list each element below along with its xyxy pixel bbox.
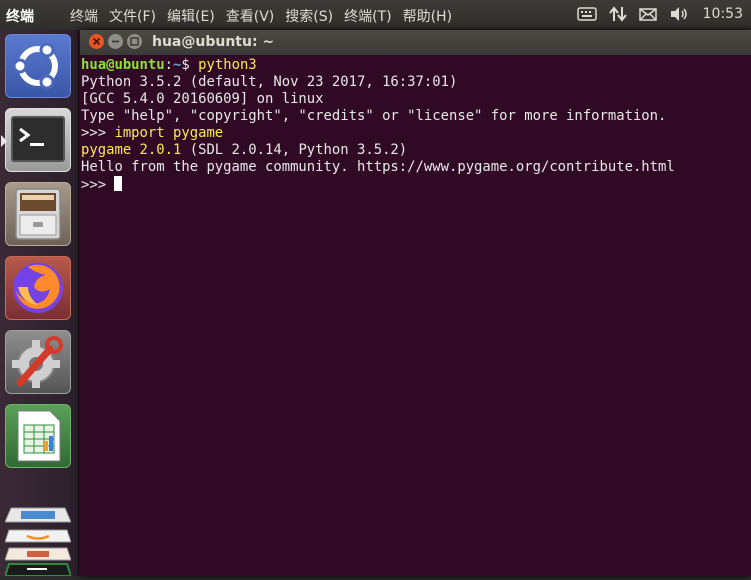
- text-cursor: [114, 176, 123, 191]
- menu-file[interactable]: 文件(F): [109, 6, 156, 26]
- terminal-icon: [11, 116, 65, 162]
- terminal-line: Hello from the pygame community. https:/…: [81, 159, 675, 175]
- spreadsheet-icon: [17, 410, 61, 462]
- mail-icon[interactable]: [638, 7, 657, 21]
- window-titlebar[interactable]: hua@ubuntu: ~: [80, 30, 751, 55]
- menu-help[interactable]: 帮助(H): [403, 6, 452, 26]
- indicator-area: 10:53: [565, 5, 743, 23]
- terminal-line: Python 3.5.2 (default, Nov 23 2017, 16:3…: [81, 74, 458, 90]
- repl-prompt: >>>: [81, 177, 115, 193]
- menu-search[interactable]: 搜索(S): [285, 6, 333, 26]
- stacked-app-icons: [3, 507, 73, 577]
- minimize-button[interactable]: [108, 34, 123, 49]
- volume-icon[interactable]: [669, 6, 689, 22]
- terminal-window[interactable]: hua@ubuntu: ~ hua@ubuntu:~$ python3 Pytho…: [80, 30, 751, 576]
- file-manager-launcher-button[interactable]: [5, 182, 71, 246]
- terminal-line: [GCC 5.4.0 20160609] on linux: [81, 91, 324, 107]
- ubuntu-dash-button[interactable]: [5, 34, 71, 98]
- menu-edit[interactable]: 编辑(E): [167, 6, 215, 26]
- menu-bar: 终端 文件(F) 编辑(E) 查看(V) 搜索(S) 终端(T) 帮助(H): [70, 6, 463, 26]
- menu-view[interactable]: 查看(V): [226, 6, 275, 26]
- file-cabinet-icon: [15, 188, 61, 240]
- terminal-line-repl: >>> import pygame: [81, 125, 749, 142]
- menu-terminal[interactable]: 终端: [70, 6, 98, 26]
- prompt-separator: :: [164, 57, 174, 73]
- launcher: [0, 30, 79, 577]
- close-button[interactable]: [89, 34, 104, 49]
- keyboard-icon[interactable]: [576, 7, 597, 21]
- menu-terminal-t[interactable]: 终端(T): [344, 6, 391, 26]
- window-title: hua@ubuntu: ~: [152, 34, 275, 50]
- prompt-user: hua@ubuntu: [81, 57, 165, 73]
- minimize-icon: [112, 40, 119, 43]
- pygame-version: pygame 2.0.1: [81, 142, 182, 158]
- maximize-icon: [130, 37, 139, 46]
- firefox-icon: [13, 263, 63, 313]
- close-icon: [92, 37, 101, 46]
- firefox-launcher-button[interactable]: [5, 256, 71, 320]
- ubuntu-logo-icon: [12, 42, 58, 90]
- repl-prompt: >>>: [81, 125, 115, 141]
- pygame-details: (SDL 2.0.14, Python 3.5.2): [181, 142, 408, 158]
- prompt-dollar: $: [181, 57, 199, 73]
- libreoffice-calc-launcher-button[interactable]: [5, 404, 71, 468]
- terminal-line-prompt: hua@ubuntu:~$ python3: [81, 57, 749, 74]
- terminal-output[interactable]: hua@ubuntu:~$ python3 Python 3.5.2 (defau…: [81, 57, 749, 575]
- clock[interactable]: 10:53: [703, 6, 743, 22]
- app-name: 终端: [6, 9, 34, 25]
- network-updown-icon[interactable]: [608, 5, 627, 23]
- terminal-line-input[interactable]: >>>: [81, 176, 749, 194]
- top-panel: 终端 终端 文件(F) 编辑(E) 查看(V) 搜索(S) 终端(T) 帮助(H…: [0, 0, 751, 30]
- active-indicator-icon: [1, 135, 7, 147]
- maximize-button[interactable]: [127, 34, 142, 49]
- terminal-launcher-button[interactable]: [1, 108, 71, 172]
- shell-command: python3: [198, 57, 257, 73]
- terminal-line: Type "help", "copyright", "credits" or "…: [81, 108, 667, 124]
- system-settings-launcher-button[interactable]: [5, 330, 71, 394]
- terminal-line-pygame: pygame 2.0.1 (SDL 2.0.14, Python 3.5.2): [81, 142, 749, 159]
- settings-gear-wrench-icon: [12, 336, 63, 388]
- repl-command: import pygame: [114, 125, 224, 141]
- stacked-apps-launcher[interactable]: [3, 478, 73, 577]
